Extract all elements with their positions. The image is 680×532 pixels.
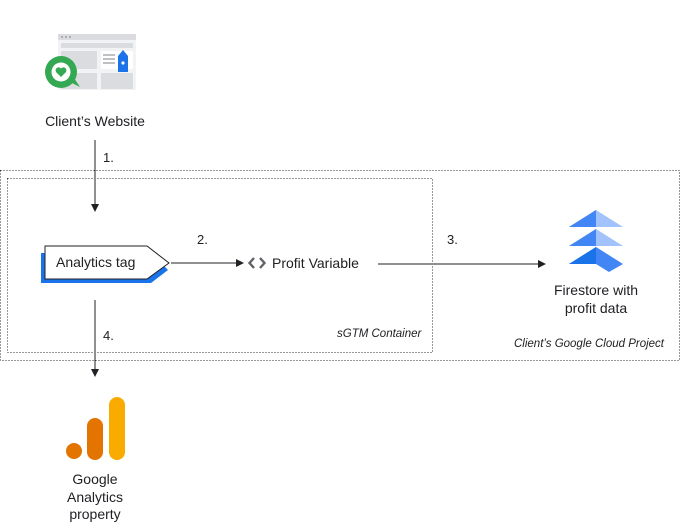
- cloud-project-label: Client’s Google Cloud Project: [514, 338, 665, 350]
- analytics-tag-label: Analytics tag: [56, 254, 136, 270]
- firestore-label-line1: Firestore with: [553, 282, 639, 298]
- step-4-label: 4.: [103, 328, 114, 343]
- ga-property-line3: property: [69, 506, 121, 522]
- firestore-label-line2: profit data: [564, 300, 628, 316]
- ga-property-label: Google Analytics property: [35, 471, 155, 524]
- website-icon: [44, 34, 138, 96]
- firestore-label: Firestore with profit data: [526, 281, 666, 317]
- step-1-label: 1.: [103, 150, 114, 165]
- website-label: Client’s Website: [45, 113, 145, 129]
- step-3-label: 3.: [447, 232, 458, 247]
- google-analytics-icon: [65, 396, 127, 462]
- sgtm-container-label: sGTM Container: [337, 328, 422, 340]
- ga-property-line1: Google: [72, 471, 118, 487]
- profit-variable-label: Profit Variable: [272, 255, 359, 271]
- step-2-label: 2.: [197, 232, 208, 247]
- code-brackets-icon: [247, 256, 267, 270]
- ga-property-line2: Analytics: [66, 488, 124, 505]
- firestore-icon: [567, 210, 625, 272]
